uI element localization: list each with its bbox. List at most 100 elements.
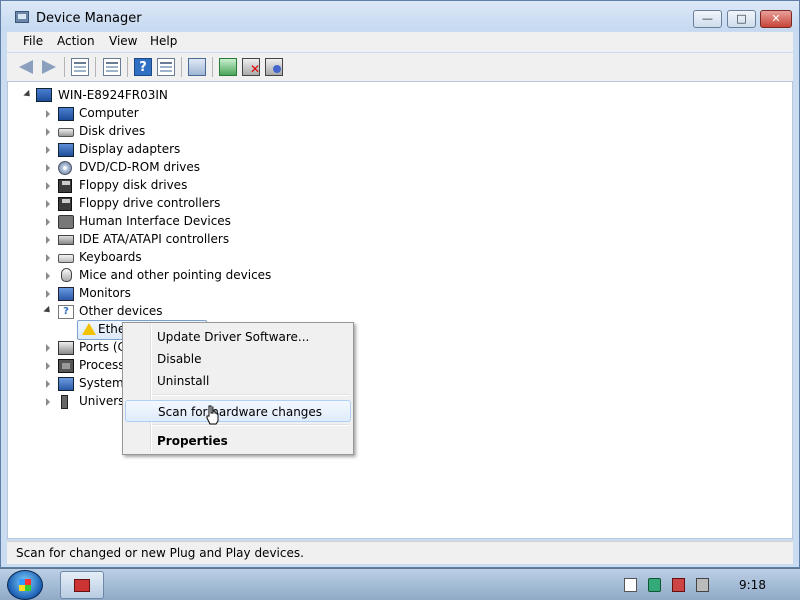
tree-item-label: Floppy disk drives: [79, 178, 188, 192]
floppy-disk-icon: [58, 179, 72, 193]
status-bar: Scan for changed or new Plug and Play de…: [7, 541, 793, 564]
expand-arrow-icon[interactable]: [46, 398, 50, 406]
collapse-arrow-icon[interactable]: [43, 305, 53, 316]
taskbar: 9:18: [0, 568, 800, 600]
expand-arrow-icon[interactable]: [46, 218, 50, 226]
menu-update-driver-label: Update Driver Software...: [157, 330, 310, 344]
volume-icon[interactable]: [696, 578, 709, 592]
menu-properties-label: Properties: [157, 434, 228, 448]
expand-arrow-icon[interactable]: [46, 182, 50, 190]
security-icon[interactable]: [648, 578, 661, 592]
usb-icon: [61, 395, 68, 409]
tree-item-label: DVD/CD-ROM drives: [79, 160, 201, 174]
tree-item-label: Other devices: [79, 304, 163, 318]
processor-icon: [58, 359, 74, 373]
tree-item-label: Mice and other pointing devices: [79, 268, 272, 282]
tree-item-label: Monitors: [79, 286, 131, 300]
menu-update-driver[interactable]: Update Driver Software...: [125, 326, 351, 348]
tree-item-label: Computer: [79, 106, 139, 120]
menu-view-label: View: [109, 34, 138, 48]
device-manager-window: Device Manager — □ ✕ File Action View He…: [0, 0, 800, 568]
computer-icon: [58, 107, 74, 121]
forward-icon[interactable]: [42, 60, 56, 74]
disk-drive-icon: [58, 128, 74, 137]
uninstall-icon[interactable]: ✕: [242, 58, 260, 76]
tree-item-label: Human Interface Devices: [79, 214, 231, 228]
other-devices-icon: ?: [58, 305, 74, 319]
menu-uninstall-label: Uninstall: [157, 374, 210, 388]
tree-root-label: WIN-E8924FR03IN: [58, 88, 168, 102]
help-icon[interactable]: ?: [134, 58, 152, 76]
context-menu: Update Driver Software... Disable Uninst…: [122, 322, 354, 455]
start-button[interactable]: [7, 570, 43, 600]
network-icon[interactable]: [672, 578, 685, 592]
mouse-icon: [61, 268, 72, 282]
collapse-arrow-icon[interactable]: [23, 89, 33, 100]
expand-arrow-icon[interactable]: [46, 236, 50, 244]
toolbar-separator: [181, 57, 182, 77]
show-hide-console-tree-icon[interactable]: [71, 58, 89, 76]
computer-root-icon: [36, 88, 52, 102]
menu-help-label: Help: [150, 34, 178, 48]
expand-arrow-icon[interactable]: [46, 200, 50, 208]
expand-arrow-icon[interactable]: [46, 290, 50, 298]
menu-separator: [153, 394, 349, 396]
expand-arrow-icon[interactable]: [46, 380, 50, 388]
expand-arrow-icon[interactable]: [46, 344, 50, 352]
expand-arrow-icon[interactable]: [46, 146, 50, 154]
minimize-button[interactable]: —: [693, 10, 722, 28]
clock[interactable]: 9:18: [739, 578, 766, 592]
menu-file[interactable]: File: [23, 34, 43, 48]
expand-arrow-icon[interactable]: [46, 362, 50, 370]
close-button[interactable]: ✕: [760, 10, 792, 28]
scan-hardware-icon[interactable]: [188, 58, 206, 76]
tree-item-label: IDE ATA/ATAPI controllers: [79, 232, 230, 246]
status-text: Scan for changed or new Plug and Play de…: [16, 546, 304, 560]
system-device-icon: [58, 377, 74, 391]
display-adapter-icon: [58, 143, 74, 157]
maximize-button[interactable]: □: [727, 10, 756, 28]
properties-sheet-icon[interactable]: [103, 58, 121, 76]
menu-separator: [153, 424, 349, 426]
update-driver-icon[interactable]: [219, 58, 237, 76]
menu-uninstall[interactable]: Uninstall: [125, 370, 351, 392]
action-pane-icon[interactable]: [157, 58, 175, 76]
menu-action[interactable]: Action: [57, 34, 95, 48]
monitor-icon: [58, 287, 74, 301]
expand-arrow-icon[interactable]: [46, 128, 50, 136]
keyboard-icon: [58, 254, 74, 263]
disable-icon[interactable]: [265, 58, 283, 76]
tree-item-label: Disk drives: [79, 124, 146, 138]
port-icon: [58, 341, 74, 355]
action-center-icon[interactable]: [624, 578, 637, 592]
toolbar-separator: [64, 57, 65, 77]
menu-help[interactable]: Help: [150, 34, 177, 48]
expand-arrow-icon[interactable]: [46, 272, 50, 280]
tree-item-label: Keyboards: [79, 250, 142, 264]
taskbar-device-manager-button[interactable]: [60, 571, 104, 599]
menu-disable-label: Disable: [157, 352, 202, 366]
menu-scan-hardware[interactable]: Scan for hardware changes: [125, 400, 351, 422]
device-tree[interactable]: WIN-E8924FR03IN Computer Disk drives Dis…: [7, 81, 793, 539]
toolbar-separator: [212, 57, 213, 77]
menu-properties[interactable]: Properties: [125, 430, 351, 452]
expand-arrow-icon[interactable]: [46, 254, 50, 262]
back-icon[interactable]: [19, 60, 33, 74]
toolbar: ? ✕: [7, 53, 793, 82]
device-manager-app-icon: [15, 11, 29, 23]
hid-icon: [58, 215, 74, 229]
ide-controller-icon: [58, 235, 74, 245]
dvd-drive-icon: [58, 161, 72, 175]
expand-arrow-icon[interactable]: [46, 110, 50, 118]
menu-view[interactable]: View: [109, 34, 137, 48]
floppy-controller-icon: [58, 197, 72, 211]
menu-action-label: Action: [57, 34, 95, 48]
menu-disable[interactable]: Disable: [125, 348, 351, 370]
menu-scan-hardware-label: Scan for hardware changes: [158, 405, 323, 419]
menu-bar: File Action View Help: [7, 32, 793, 52]
tree-item-label: Floppy drive controllers: [79, 196, 221, 210]
tree-item-label: Display adapters: [79, 142, 181, 156]
title-bar[interactable]: Device Manager — □ ✕: [1, 1, 799, 31]
expand-arrow-icon[interactable]: [46, 164, 50, 172]
window-title: Device Manager: [36, 11, 142, 26]
